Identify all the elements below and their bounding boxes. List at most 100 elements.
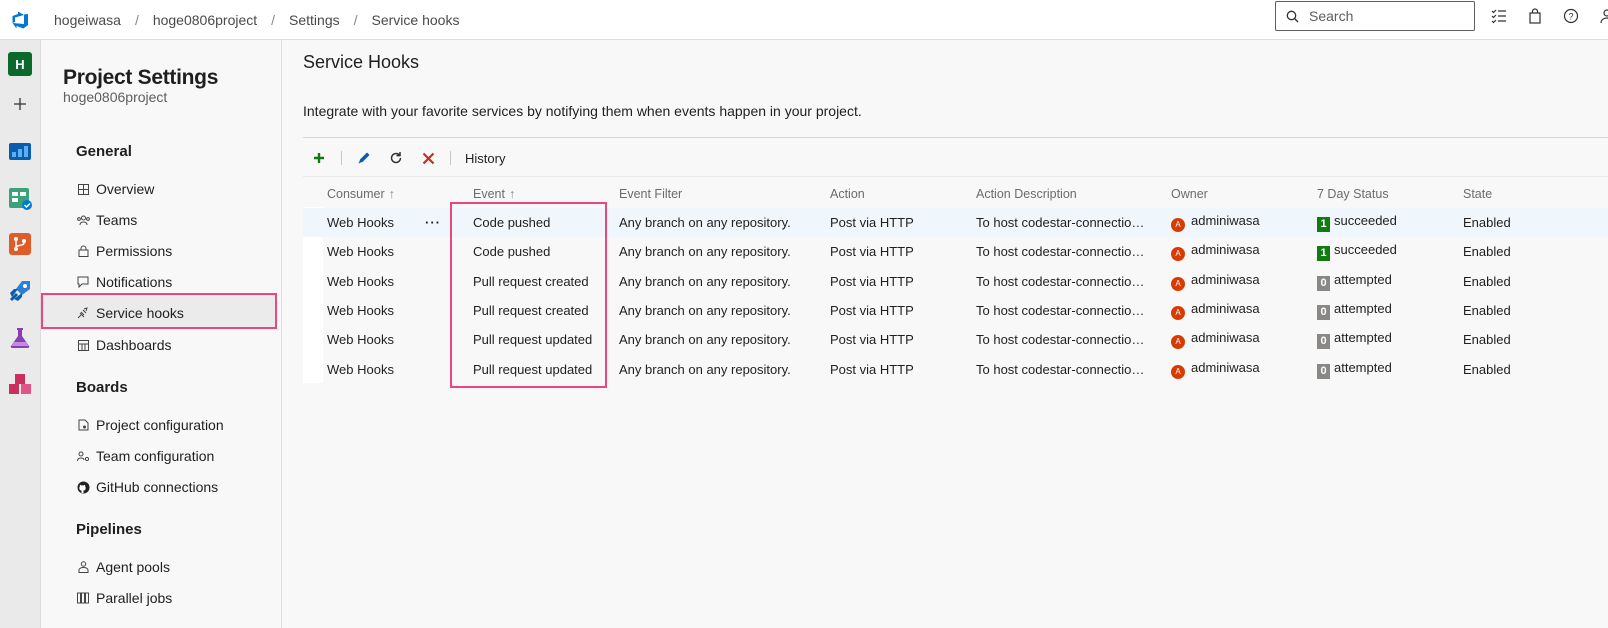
breadcrumb-service-hooks[interactable]: Service hooks — [358, 12, 474, 28]
search-icon — [1286, 10, 1299, 22]
nav-item-notifications[interactable]: Notifications — [76, 268, 172, 296]
nav-item-team-configuration[interactable]: Team configuration — [76, 442, 214, 470]
edit-button[interactable] — [348, 143, 380, 173]
breadcrumb-project[interactable]: hoge0806project — [139, 12, 271, 28]
nav-item-label: Team configuration — [96, 448, 215, 464]
action-description-cell: To host codestar-connections.us-east-1.a… — [976, 332, 1147, 348]
action-description-cell: To host codestar-connections.us-east-1.a… — [976, 303, 1147, 319]
owner-avatar: A — [1171, 306, 1185, 321]
nav-item-label: Notifications — [96, 274, 173, 290]
nav-project-name: hoge0806project — [63, 89, 168, 105]
search-box[interactable]: Search — [1275, 1, 1475, 31]
nav-item-label: Overview — [96, 181, 155, 197]
toolbar: History — [303, 143, 505, 173]
breadcrumb-settings[interactable]: Settings — [275, 12, 354, 28]
nav-item-dashboards[interactable]: Dashboards — [76, 331, 172, 359]
nav-item-service-hooks[interactable]: Service hooks — [76, 299, 184, 327]
column-header-owner[interactable]: Owner — [1147, 180, 1293, 208]
nav-item-label: Teams — [96, 212, 138, 228]
test-plans-icon[interactable] — [6, 324, 34, 352]
nav-item-parallel-jobs[interactable]: Parallel jobs — [76, 584, 172, 612]
event-filter-cell: Any branch on any repository. — [619, 361, 791, 377]
nav-item-label: Agent pools — [96, 559, 170, 575]
pipelines-icon[interactable] — [6, 277, 34, 305]
status-count-badge: 0 — [1317, 334, 1330, 350]
event-filter-cell: Any branch on any repository. — [595, 208, 806, 238]
add-subscription-button[interactable] — [303, 143, 335, 173]
more-actions-icon[interactable]: ··· — [425, 215, 441, 230]
nav-section-pipelines: Pipelines — [76, 521, 142, 538]
nav-item-overview[interactable]: Overview — [76, 175, 154, 203]
column-header-action[interactable]: Action — [806, 180, 952, 208]
state-cell: Enabled — [1463, 361, 1511, 377]
new-icon[interactable] — [6, 90, 34, 118]
overview-icon[interactable] — [6, 137, 34, 165]
event-column-highlight — [450, 202, 607, 388]
nav-item-permissions[interactable]: Permissions — [76, 237, 172, 265]
column-header-7-day-status[interactable]: 7 Day Status — [1293, 180, 1439, 208]
owner-avatar: A — [1171, 218, 1185, 233]
action-description-cell: To host codestar-connections.us-east-1.a… — [976, 244, 1147, 260]
settings-nav: Project Settings hoge0806project General… — [41, 40, 282, 628]
page-description: Integrate with your favorite services by… — [303, 103, 862, 119]
github-icon — [76, 480, 90, 494]
action-cell: Post via HTTP — [830, 332, 914, 348]
nav-item-github-connections[interactable]: GitHub connections — [76, 473, 218, 501]
nav-item-teams[interactable]: Teams — [76, 206, 137, 234]
owner-cell: Aadminiwasa — [1147, 354, 1293, 383]
status-cell: 1 succeeded — [1293, 208, 1439, 238]
toolbar-separator — [341, 151, 342, 165]
delete-button[interactable] — [412, 143, 444, 173]
refresh-icon — [390, 152, 402, 164]
shopping-bag-icon[interactable] — [1526, 7, 1544, 25]
help-icon[interactable]: ? — [1562, 7, 1580, 25]
history-button[interactable]: History — [465, 151, 505, 166]
action-description-cell: To host codestar-connections.us-east-1.a… — [952, 208, 1147, 238]
status-cell: 0 attempted — [1293, 267, 1439, 296]
toolbar-separator — [450, 151, 451, 165]
nav-item-label: GitHub connections — [96, 479, 219, 495]
task-list-icon[interactable] — [1490, 7, 1508, 25]
nav-section-general: General — [76, 143, 132, 160]
status-count-badge: 1 — [1317, 217, 1330, 233]
consumer-cell: Web Hooks — [327, 332, 394, 348]
action-description-cell: To host codestar-connections.us-east-1.a… — [976, 361, 1147, 377]
action-cell: Post via HTTP — [830, 303, 914, 319]
owner-avatar: A — [1171, 364, 1185, 379]
owner-cell: Aadminiwasa — [1147, 208, 1293, 238]
breadcrumb-org[interactable]: hogeiwasa — [40, 12, 135, 28]
breadcrumb: hogeiwasa / hoge0806project / Settings /… — [40, 12, 473, 28]
sort-ascending-icon: ↑ — [388, 187, 395, 201]
artifacts-icon[interactable] — [6, 371, 34, 399]
nav-item-project-configuration[interactable]: Project configuration — [76, 411, 224, 439]
search-input[interactable]: Search — [1309, 8, 1353, 24]
column-header-event-filter[interactable]: Event Filter — [595, 180, 806, 208]
owner-avatar: A — [1171, 276, 1185, 291]
refresh-button[interactable] — [380, 143, 412, 173]
azure-devops-logo-icon[interactable] — [0, 0, 40, 40]
status-cell: 0 attempted — [1293, 296, 1439, 325]
user-settings-icon[interactable] — [1598, 7, 1608, 25]
nav-item-label: Parallel jobs — [96, 590, 173, 606]
chat-bubble-icon — [76, 275, 90, 289]
owner-avatar: A — [1171, 335, 1185, 350]
action-cell: Post via HTTP — [806, 208, 952, 238]
boards-icon[interactable] — [6, 184, 34, 212]
consumer-cell: Web Hooks — [327, 273, 394, 289]
repos-icon[interactable] — [6, 230, 34, 258]
project-avatar[interactable]: H — [6, 50, 34, 78]
column-header-action-description[interactable]: Action Description — [952, 180, 1147, 208]
action-cell: Post via HTTP — [830, 361, 914, 377]
nav-item-label: Service hooks — [96, 305, 184, 321]
column-header-consumer[interactable]: Consumer ↑ — [303, 180, 449, 208]
event-filter-cell: Any branch on any repository. — [619, 332, 791, 348]
status-cell: 1 succeeded — [1293, 237, 1439, 266]
nav-item-agent-pools[interactable]: Agent pools — [76, 553, 170, 581]
state-cell: Enabled — [1463, 332, 1511, 348]
top-bar: hogeiwasa / hoge0806project / Settings /… — [0, 0, 1608, 40]
action-cell: Post via HTTP — [830, 273, 914, 289]
consumer-cell: Web Hooks — [327, 303, 394, 319]
state-cell: Enabled — [1439, 208, 1608, 238]
nav-item-label: Project configuration — [96, 417, 224, 433]
column-header-state[interactable]: State — [1439, 180, 1608, 208]
